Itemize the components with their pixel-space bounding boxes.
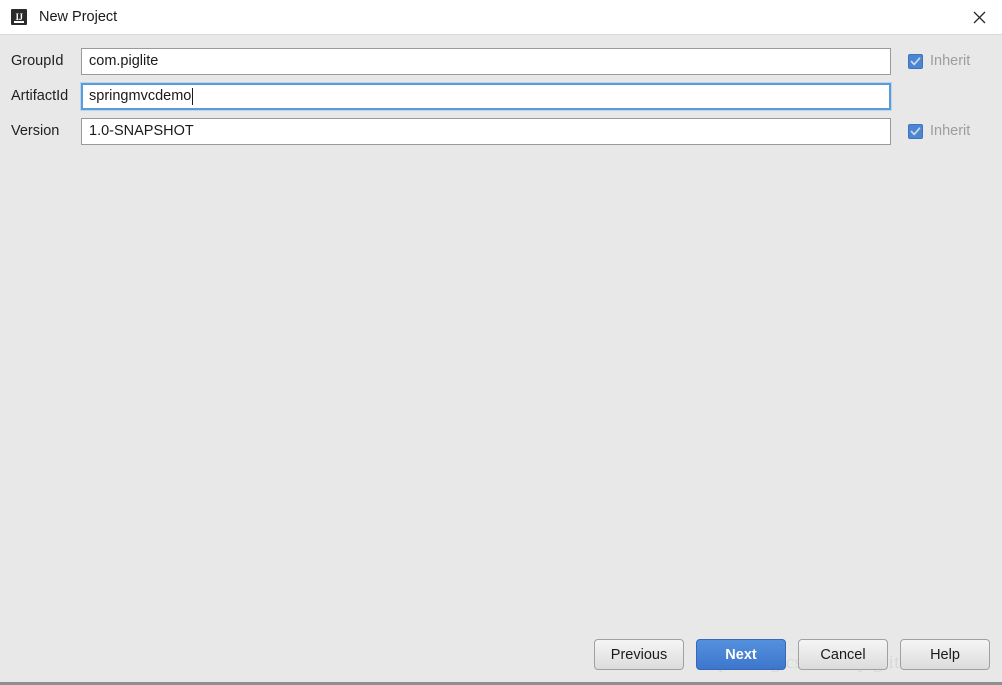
title-bar: IJ New Project <box>0 0 1002 35</box>
help-button[interactable]: Help <box>900 639 990 670</box>
groupid-inherit-group[interactable]: Inherit <box>908 53 970 69</box>
dialog-content: GroupId com.piglite Inherit ArtifactId s… <box>0 35 1002 682</box>
groupid-value: com.piglite <box>89 53 159 69</box>
form-row-version: Version 1.0-SNAPSHOT Inherit <box>0 117 1002 145</box>
window-title: New Project <box>39 8 118 25</box>
app-icon-text: IJ <box>15 11 23 22</box>
groupid-inherit-label: Inherit <box>930 53 971 69</box>
version-label: Version <box>11 123 60 139</box>
form-row-groupid: GroupId com.piglite Inherit <box>0 47 1002 75</box>
version-inherit-checkbox[interactable] <box>908 123 923 139</box>
text-caret <box>192 87 194 105</box>
groupid-input[interactable]: com.piglite <box>81 47 891 75</box>
version-value: 1.0-SNAPSHOT <box>89 123 194 139</box>
groupid-label: GroupId <box>11 53 64 69</box>
artifactid-value: springmvcdemo <box>89 88 192 104</box>
groupid-inherit-checkbox[interactable] <box>908 53 923 69</box>
check-icon <box>910 126 921 137</box>
version-inherit-label: Inherit <box>930 123 971 139</box>
check-icon <box>910 56 921 67</box>
new-project-dialog: IJ New Project GroupId com.piglite Inher… <box>0 0 1002 685</box>
close-icon <box>973 11 986 24</box>
previous-button[interactable]: Previous <box>594 639 684 670</box>
dialog-button-bar: Previous Next Cancel Help <box>594 639 990 670</box>
close-button[interactable] <box>957 0 1002 34</box>
artifactid-input[interactable]: springmvcdemo <box>81 82 891 110</box>
artifactid-label: ArtifactId <box>11 88 69 104</box>
version-inherit-group[interactable]: Inherit <box>908 123 970 139</box>
intellij-idea-icon: IJ <box>11 9 27 25</box>
form-row-artifactid: ArtifactId springmvcdemo <box>0 82 1002 110</box>
next-button[interactable]: Next <box>696 639 786 670</box>
cancel-button[interactable]: Cancel <box>798 639 888 670</box>
version-input[interactable]: 1.0-SNAPSHOT <box>81 117 891 145</box>
